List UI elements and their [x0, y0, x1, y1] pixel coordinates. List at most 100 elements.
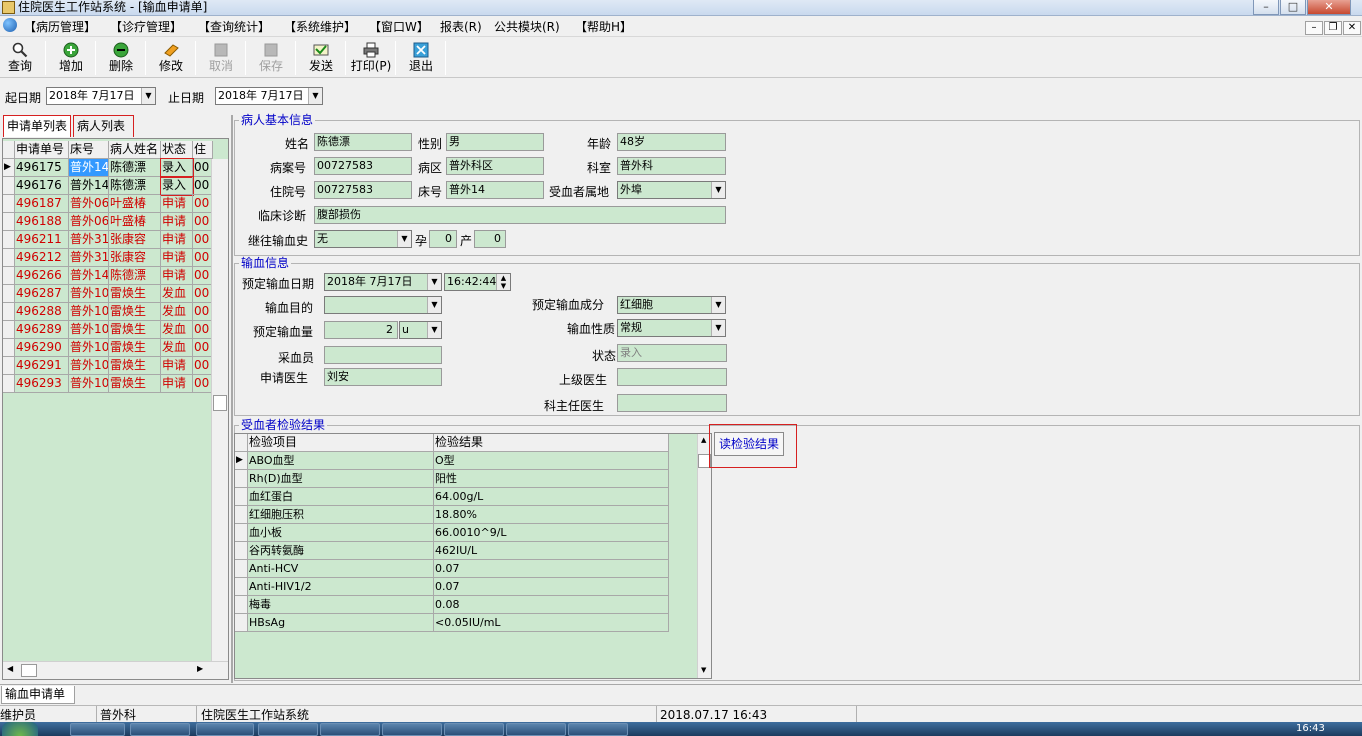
- print-button[interactable]: 打印(P): [347, 40, 395, 77]
- tab-patient-list[interactable]: 病人列表: [73, 115, 134, 137]
- menu-query-stats[interactable]: 【查询统计】: [198, 19, 270, 35]
- row-indicator[interactable]: [235, 470, 248, 488]
- column-header[interactable]: 检验项目: [248, 434, 434, 452]
- table-row[interactable]: ▶ 496175 普外14 陈德漂 录入 00: [3, 158, 213, 178]
- row-indicator[interactable]: [3, 213, 15, 231]
- row-indicator[interactable]: [235, 614, 248, 632]
- table-cell[interactable]: 申请: [161, 213, 193, 231]
- table-cell[interactable]: 谷丙转氨酶: [248, 542, 434, 560]
- table-cell[interactable]: 普外10: [69, 375, 109, 393]
- row-indicator[interactable]: [3, 195, 15, 213]
- amount-field[interactable]: 2: [324, 321, 398, 339]
- table-cell[interactable]: 66.0010^9/L: [434, 524, 669, 542]
- vertical-scrollbar[interactable]: ▲ ▼: [697, 434, 711, 678]
- table-cell[interactable]: 雷焕生: [109, 357, 161, 375]
- table-cell[interactable]: 00: [193, 159, 213, 177]
- table-cell[interactable]: 普外10: [69, 357, 109, 375]
- table-row[interactable]: 496187 普外06 叶盛椿 申请 00: [3, 195, 213, 213]
- birth-field[interactable]: 0: [474, 230, 506, 248]
- table-cell[interactable]: 496288: [15, 303, 69, 321]
- send-button[interactable]: 发送: [297, 40, 345, 77]
- table-row[interactable]: HBsAg <0.05IU/mL: [235, 614, 669, 632]
- table-cell[interactable]: 普外14: [69, 159, 109, 177]
- table-cell[interactable]: 00: [193, 231, 213, 249]
- diagnosis-field[interactable]: 腹部损伤: [314, 206, 726, 224]
- row-indicator[interactable]: [235, 578, 248, 596]
- scroll-thumb[interactable]: [21, 664, 37, 677]
- row-indicator[interactable]: ▶: [3, 159, 15, 177]
- taskbar-app-icon[interactable]: [70, 723, 125, 736]
- gender-field[interactable]: 男: [446, 133, 544, 151]
- table-cell[interactable]: 496290: [15, 339, 69, 357]
- collector-field[interactable]: [324, 346, 442, 364]
- table-cell[interactable]: 普外31: [69, 249, 109, 267]
- column-header[interactable]: 床号: [69, 141, 109, 159]
- table-row[interactable]: 496290 普外10 雷焕生 发血 00: [3, 339, 213, 357]
- table-cell[interactable]: 00: [193, 357, 213, 375]
- table-cell[interactable]: 496211: [15, 231, 69, 249]
- table-row[interactable]: 496211 普外31 张康容 申请 00: [3, 231, 213, 249]
- start-date-picker[interactable]: 2018年 7月17日 ▼: [46, 87, 156, 105]
- bed-field[interactable]: 普外14: [446, 181, 544, 199]
- table-cell[interactable]: 录入: [160, 176, 194, 196]
- table-cell[interactable]: 496176: [15, 177, 69, 195]
- recipient-place-select[interactable]: 外埠 ▼: [617, 181, 726, 199]
- table-cell[interactable]: 00: [193, 267, 213, 285]
- table-cell[interactable]: HBsAg: [248, 614, 434, 632]
- dept-field[interactable]: 普外科: [617, 157, 726, 175]
- column-header[interactable]: 状态: [161, 141, 193, 159]
- table-cell[interactable]: 496175: [15, 159, 69, 177]
- row-indicator[interactable]: [3, 357, 15, 375]
- table-cell[interactable]: 发血: [161, 339, 193, 357]
- menu-help[interactable]: 【帮助H】: [575, 19, 632, 35]
- table-cell[interactable]: 496187: [15, 195, 69, 213]
- purpose-select[interactable]: ▼: [324, 296, 442, 314]
- table-cell[interactable]: 血小板: [248, 524, 434, 542]
- unit-select[interactable]: u ▼: [399, 321, 442, 339]
- table-cell[interactable]: 496291: [15, 357, 69, 375]
- table-cell[interactable]: 雷焕生: [109, 375, 161, 393]
- table-cell[interactable]: 红细胞压积: [248, 506, 434, 524]
- taskbar-app-icon[interactable]: [196, 723, 254, 736]
- table-cell[interactable]: 18.80%: [434, 506, 669, 524]
- end-date-picker[interactable]: 2018年 7月17日 ▼: [215, 87, 323, 105]
- column-header[interactable]: 住: [193, 141, 213, 159]
- table-row[interactable]: Anti-HIV1/2 0.07: [235, 578, 669, 596]
- table-cell[interactable]: 申请: [161, 375, 193, 393]
- exit-button[interactable]: 退出: [397, 40, 445, 77]
- table-cell[interactable]: O型: [434, 452, 669, 470]
- table-cell[interactable]: 陈德漂: [109, 159, 161, 177]
- table-cell[interactable]: 00: [193, 303, 213, 321]
- table-cell[interactable]: 雷焕生: [109, 321, 161, 339]
- table-cell[interactable]: 陈德漂: [109, 267, 161, 285]
- table-row[interactable]: Rh(D)血型 阳性: [235, 470, 669, 488]
- table-cell[interactable]: 血红蛋白: [248, 488, 434, 506]
- table-cell[interactable]: <0.05IU/mL: [434, 614, 669, 632]
- table-cell[interactable]: 陈德漂: [109, 177, 161, 195]
- table-row[interactable]: 496188 普外06 叶盛椿 申请 00: [3, 213, 213, 231]
- taskbar-app-icon[interactable]: [320, 723, 380, 736]
- table-cell[interactable]: 00: [193, 321, 213, 339]
- table-cell[interactable]: 雷焕生: [109, 285, 161, 303]
- table-cell[interactable]: 申请: [161, 195, 193, 213]
- table-cell[interactable]: 发血: [161, 321, 193, 339]
- table-cell[interactable]: 00: [193, 213, 213, 231]
- taskbar-app-icon[interactable]: [130, 723, 190, 736]
- scroll-right-icon[interactable]: ▶: [197, 664, 203, 673]
- menu-public-module[interactable]: 公共模块(R): [494, 19, 560, 35]
- table-row[interactable]: 血红蛋白 64.00g/L: [235, 488, 669, 506]
- table-cell[interactable]: 496293: [15, 375, 69, 393]
- table-cell[interactable]: 张康容: [109, 249, 161, 267]
- table-cell[interactable]: 462IU/L: [434, 542, 669, 560]
- component-select[interactable]: 红细胞 ▼: [617, 296, 726, 314]
- row-indicator[interactable]: [3, 267, 15, 285]
- table-cell[interactable]: ABO血型: [248, 452, 434, 470]
- table-row[interactable]: 496291 普外10 雷焕生 申请 00: [3, 357, 213, 375]
- inpatient-no-field[interactable]: 00727583: [314, 181, 412, 199]
- table-cell[interactable]: 00: [193, 285, 213, 303]
- table-cell[interactable]: 梅毒: [248, 596, 434, 614]
- table-row[interactable]: 谷丙转氨酶 462IU/L: [235, 542, 669, 560]
- splitter[interactable]: [231, 115, 233, 683]
- add-button[interactable]: 增加: [47, 40, 95, 77]
- table-row[interactable]: 496212 普外31 张康容 申请 00: [3, 249, 213, 267]
